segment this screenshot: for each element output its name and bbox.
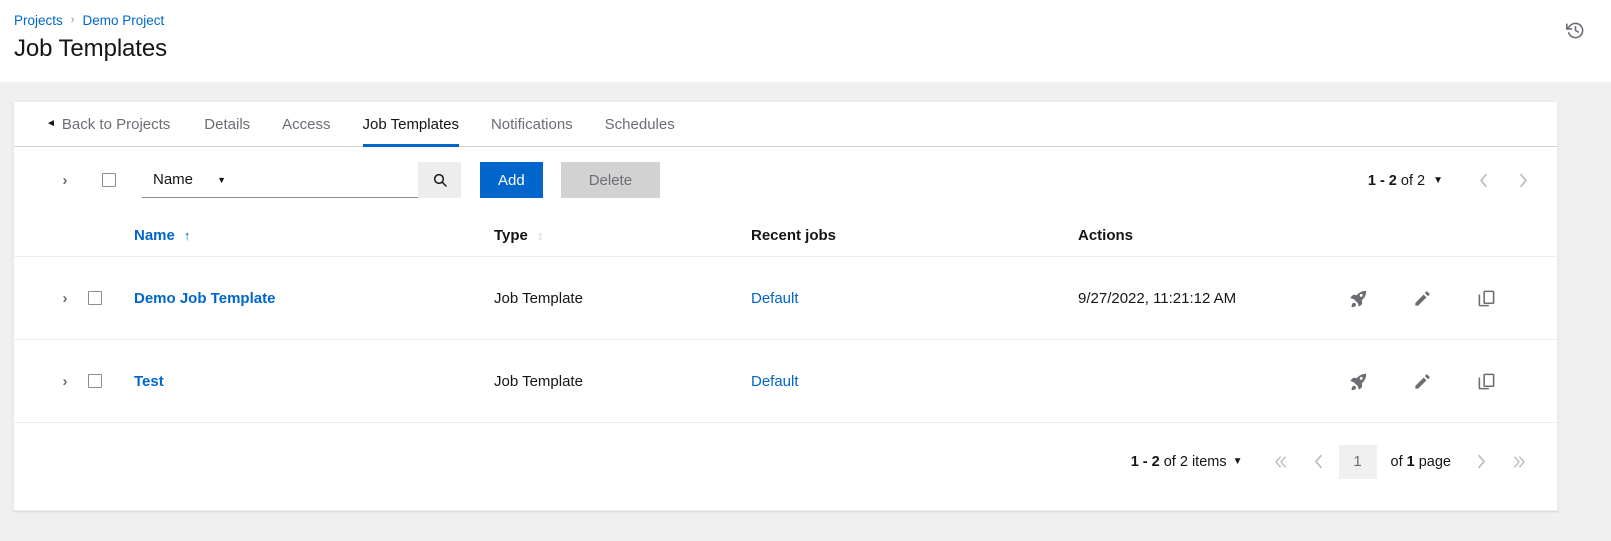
row-type-cell: Job Template (494, 372, 583, 390)
tab-label: Access (282, 115, 331, 133)
job-template-link[interactable]: Demo Job Template (134, 290, 275, 307)
sort-ascending-icon: ↑ (183, 227, 191, 243)
tab-notifications[interactable]: Notifications (475, 102, 589, 146)
row-expand-cell: › (50, 283, 88, 313)
table-row: › Demo Job Template Job Template Default… (14, 256, 1557, 339)
row-expand-chevron-icon[interactable]: › (50, 366, 80, 396)
tab-label: Schedules (604, 115, 675, 133)
column-header-name[interactable]: Name ↑ (134, 227, 494, 244)
history-icon[interactable] (1561, 16, 1589, 44)
table-toolbar: › Name ▼ Add Delete 1 - 2 of 2 ▼ (14, 147, 1557, 214)
column-header-actions-label: Actions (1078, 226, 1134, 244)
page-masthead: Projects › Demo Project Job Templates (0, 0, 1611, 82)
delete-button[interactable]: Delete (560, 162, 661, 198)
breadcrumb-item-demo-project[interactable]: Demo Project (82, 13, 164, 28)
bottom-pagination-range: 1 - 2 of 2 items (1130, 453, 1227, 470)
chevron-left-icon: ◄ (46, 117, 56, 129)
tab-label: Details (204, 115, 251, 133)
table-row: › Test Job Template Default (14, 339, 1557, 422)
top-pagination-range: 1 - 2 of 2 (1367, 172, 1426, 189)
pagination-prev-page-button[interactable] (1301, 445, 1337, 479)
app-page: Projects › Demo Project Job Templates ◄ … (0, 0, 1611, 541)
page-count-label: of 1 page (1390, 453, 1452, 470)
top-pagination-next-button[interactable] (1505, 164, 1541, 198)
column-header-type-label: Type (494, 226, 528, 244)
row-type-cell: Job Template (494, 289, 583, 307)
column-header-recent-jobs: Recent jobs (751, 227, 1078, 244)
row-select-checkbox[interactable] (88, 291, 102, 305)
select-all-checkbox[interactable] (102, 173, 116, 187)
recent-job-link[interactable]: Default (751, 373, 799, 390)
bottom-pagination: 1 - 2 of 2 items ▼ of 1 page (14, 422, 1557, 500)
search-input[interactable] (235, 162, 418, 198)
table-header-row: Name ↑ Type ↕ Recent jobs Actions (14, 214, 1557, 256)
breadcrumb: Projects › Demo Project (14, 10, 1589, 30)
add-button[interactable]: Add (480, 162, 543, 198)
launch-rocket-icon[interactable] (1345, 368, 1371, 394)
sort-unsorted-icon: ↕ (536, 227, 544, 243)
row-select-checkbox[interactable] (88, 374, 102, 388)
tab-label: Job Templates (362, 115, 459, 133)
row-expand-cell: › (50, 366, 88, 396)
page-number-input[interactable] (1338, 444, 1377, 479)
row-expand-chevron-icon[interactable]: › (50, 283, 80, 313)
copy-icon[interactable] (1473, 368, 1499, 394)
edit-pencil-icon[interactable] (1409, 368, 1435, 394)
tab-label: Notifications (490, 115, 573, 133)
column-header-type[interactable]: Type ↕ (494, 227, 751, 244)
breadcrumb-separator-icon: › (70, 14, 75, 26)
pagination-last-page-button[interactable] (1501, 445, 1537, 479)
row-date-cell: 9/27/2022, 11:21:12 AM (1078, 289, 1237, 307)
column-header-name-label: Name (134, 226, 175, 244)
filter-group: Name ▼ (142, 162, 461, 198)
edit-pencil-icon[interactable] (1409, 285, 1435, 311)
row-select-cell (88, 374, 134, 388)
chevron-down-icon: ▼ (217, 174, 226, 185)
top-pagination-prev-button[interactable] (1465, 164, 1501, 198)
filter-type-select[interactable]: Name ▼ (142, 162, 235, 198)
tab-schedules[interactable]: Schedules (589, 102, 691, 146)
row-name-cell: Demo Job Template (134, 290, 494, 307)
page-title: Job Templates (14, 35, 168, 62)
tab-details[interactable]: Details (188, 102, 266, 146)
row-recent-jobs-cell: Default (751, 373, 1078, 390)
expand-all-chevron-icon[interactable]: › (50, 165, 80, 195)
top-pagination: 1 - 2 of 2 ▼ (1368, 147, 1541, 214)
search-button[interactable] (418, 162, 461, 198)
row-actions-cell (1325, 368, 1557, 394)
row-select-cell (88, 291, 134, 305)
job-template-link[interactable]: Test (134, 373, 164, 390)
tab-back-to-projects[interactable]: ◄ Back to Projects (34, 102, 188, 146)
recent-job-link[interactable]: Default (751, 290, 799, 307)
breadcrumb-item-projects[interactable]: Projects (14, 13, 63, 28)
tab-access[interactable]: Access (266, 102, 346, 146)
column-header-recent-jobs-label: Recent jobs (751, 226, 837, 244)
copy-icon[interactable] (1473, 285, 1499, 311)
content-card: ◄ Back to Projects Details Access Job Te… (13, 101, 1558, 511)
tab-job-templates[interactable]: Job Templates (347, 102, 475, 147)
row-actions-cell (1325, 285, 1557, 311)
row-name-cell: Test (134, 373, 494, 390)
filter-type-value: Name (153, 171, 194, 188)
row-recent-jobs-cell: Default (751, 290, 1078, 307)
bottom-pagination-options-chevron-down-icon[interactable]: ▼ (1233, 456, 1243, 467)
pagination-first-page-button[interactable] (1263, 445, 1299, 479)
top-pagination-options-chevron-down-icon[interactable]: ▼ (1433, 175, 1443, 186)
tab-label: Back to Projects (61, 115, 171, 133)
tab-bar: ◄ Back to Projects Details Access Job Te… (14, 102, 1557, 147)
pagination-next-page-button[interactable] (1463, 445, 1499, 479)
column-header-actions: Actions (1078, 227, 1557, 244)
launch-rocket-icon[interactable] (1345, 285, 1371, 311)
